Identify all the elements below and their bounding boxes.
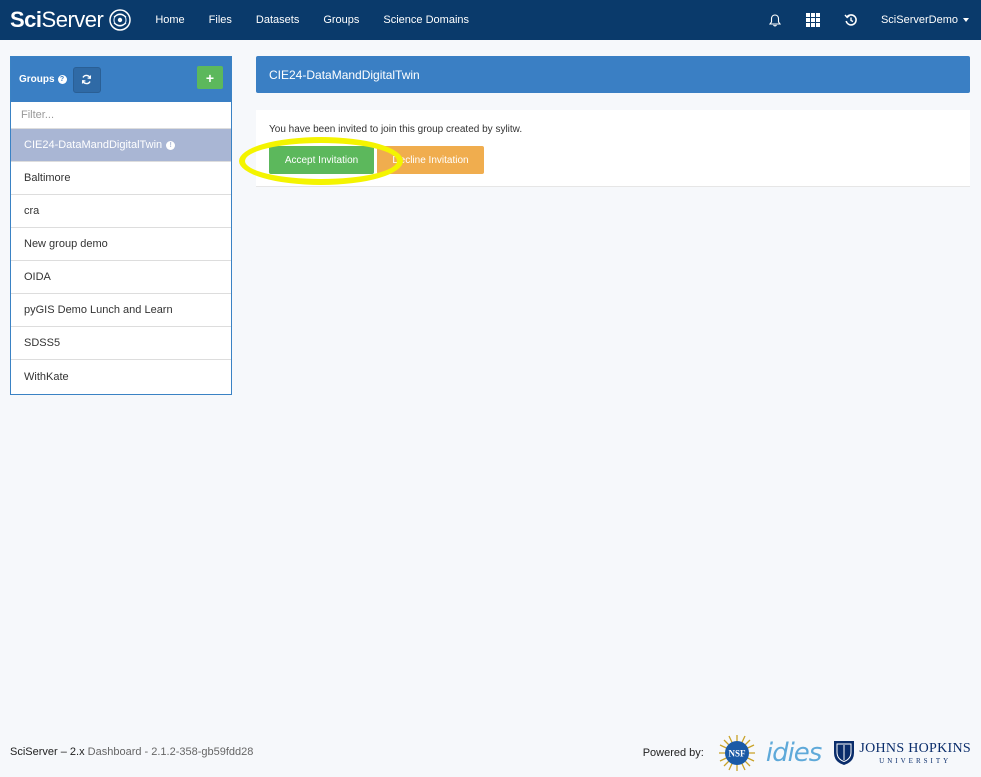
- idies-logo: idies: [765, 738, 822, 768]
- group-item-withkate[interactable]: WithKate: [11, 360, 231, 393]
- nav-science-domains[interactable]: Science Domains: [383, 14, 469, 26]
- groups-sidebar: Groups ? + CIE24-DataMandDigitalTwin ! B…: [10, 56, 232, 395]
- apps-grid-icon[interactable]: [805, 12, 821, 28]
- bell-icon[interactable]: [767, 12, 783, 28]
- nav-links: Home Files Datasets Groups Science Domai…: [155, 14, 493, 26]
- footer-logos: Powered by: NSF idies JOHNS HOPKINS UNIV…: [643, 733, 971, 773]
- accept-invitation-button[interactable]: Accept Invitation: [269, 146, 374, 174]
- group-list: CIE24-DataMandDigitalTwin ! Baltimore cr…: [11, 129, 231, 393]
- jhu-text: JOHNS HOPKINS UNIVERSITY: [859, 741, 971, 765]
- group-item-cie24[interactable]: CIE24-DataMandDigitalTwin !: [11, 129, 231, 162]
- sidebar-title: Groups: [19, 74, 55, 85]
- group-item-label: cra: [24, 205, 40, 217]
- sidebar-header: Groups ? +: [11, 57, 231, 102]
- page-title: CIE24-DataMandDigitalTwin: [269, 67, 420, 82]
- refresh-button[interactable]: [72, 66, 101, 93]
- history-icon[interactable]: [843, 12, 859, 28]
- nsf-text: NSF: [728, 749, 746, 759]
- decline-invitation-button[interactable]: Decline Invitation: [377, 146, 484, 174]
- jhu-university: UNIVERSITY: [879, 757, 952, 765]
- group-item-pygis[interactable]: pyGIS Demo Lunch and Learn: [11, 294, 231, 327]
- group-item-oida[interactable]: OIDA: [11, 261, 231, 294]
- nav-groups[interactable]: Groups: [323, 14, 359, 26]
- group-item-cra[interactable]: cra: [11, 195, 231, 228]
- user-name: SciServerDemo: [880, 14, 958, 26]
- chevron-down-icon: [963, 18, 969, 22]
- group-item-label: Baltimore: [24, 172, 71, 184]
- brand-logo[interactable]: SciServer: [10, 7, 132, 33]
- user-menu[interactable]: SciServerDemo: [881, 14, 969, 26]
- app-version: SciServer – 2.x: [10, 746, 85, 758]
- build-version: Dashboard - 2.1.2-358-gb59fdd28: [87, 746, 254, 758]
- group-title-header: CIE24-DataMandDigitalTwin: [256, 56, 970, 93]
- globe-icon: [109, 9, 132, 31]
- jhu-name: JOHNS HOPKINS: [859, 741, 971, 756]
- nav-files[interactable]: Files: [209, 14, 232, 26]
- invitation-panel: You have been invited to join this group…: [256, 110, 970, 187]
- refresh-icon: [81, 74, 92, 85]
- nsf-logo: NSF: [718, 735, 755, 771]
- top-navbar: SciServer Home Files Datasets Groups Sci…: [0, 0, 981, 40]
- help-icon[interactable]: ?: [57, 75, 67, 84]
- jhu-shield-icon: [834, 741, 855, 765]
- group-item-new-group-demo[interactable]: New group demo: [11, 228, 231, 261]
- plus-icon: +: [205, 69, 215, 86]
- nav-datasets[interactable]: Datasets: [256, 14, 299, 26]
- powered-by-label: Powered by:: [642, 747, 704, 759]
- group-item-label: New group demo: [24, 238, 108, 250]
- group-item-label: OIDA: [24, 271, 51, 283]
- jhu-logo: JOHNS HOPKINS UNIVERSITY: [833, 740, 971, 766]
- group-item-label: WithKate: [24, 370, 69, 383]
- nav-right: SciServerDemo: [767, 0, 981, 40]
- group-item-label: CIE24-DataMandDigitalTwin: [24, 139, 163, 151]
- group-item-label: pyGIS Demo Lunch and Learn: [24, 304, 173, 316]
- add-group-button[interactable]: +: [197, 66, 223, 89]
- group-item-sdss5[interactable]: SDSS5: [11, 327, 231, 360]
- invitation-message: You have been invited to join this group…: [269, 124, 523, 135]
- info-icon: !: [166, 140, 176, 150]
- filter-input[interactable]: [11, 102, 231, 129]
- group-item-baltimore[interactable]: Baltimore: [11, 162, 231, 195]
- nav-home[interactable]: Home: [155, 14, 184, 26]
- group-item-label: SDSS5: [24, 337, 61, 349]
- brand-text: SciServer: [10, 7, 104, 32]
- footer-version: SciServer – 2.x Dashboard - 2.1.2-358-gb…: [10, 746, 253, 758]
